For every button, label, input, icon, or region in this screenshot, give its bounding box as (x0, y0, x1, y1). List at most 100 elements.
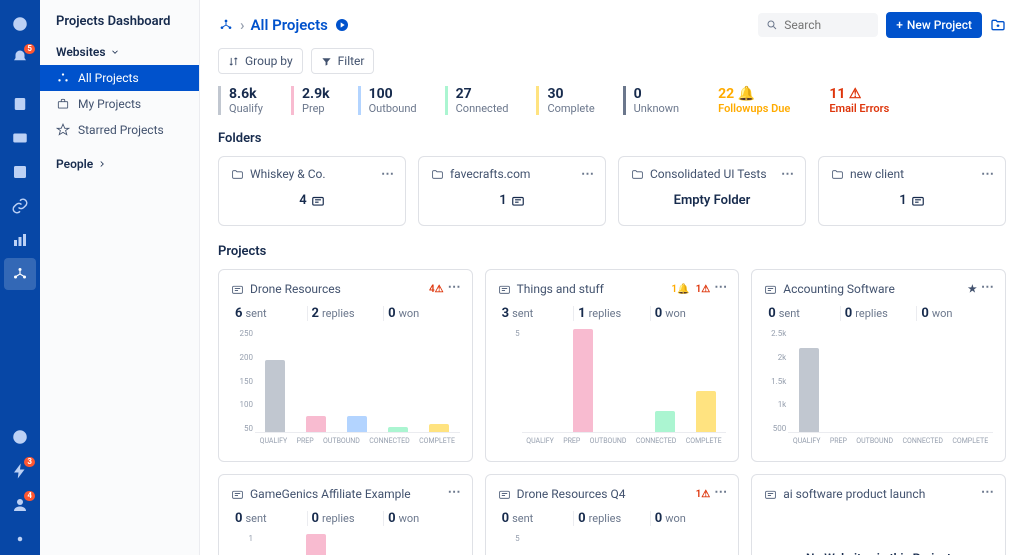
project-count-icon (511, 194, 525, 208)
folder-icon (631, 168, 644, 181)
chart-bar (306, 416, 326, 432)
group-by-button[interactable]: Group by (218, 48, 303, 74)
search-icon (766, 19, 778, 31)
project-card[interactable]: Drone Resources Q41⚠0sent0replies0won5QU… (485, 474, 740, 555)
project-menu-icon[interactable]: ⋯ (714, 280, 728, 295)
filter-button[interactable]: Filter (311, 48, 375, 74)
new-folder-icon[interactable] (990, 17, 1006, 33)
rail-settings-icon[interactable] (4, 523, 36, 555)
metric: 0sent (498, 511, 575, 526)
folder-card[interactable]: Whiskey & Co.4 ⋯ (218, 156, 406, 226)
rail-reports-icon[interactable] (4, 224, 36, 256)
stat-followups-due: 22 🔔Followups Due (707, 86, 790, 115)
rail-org-icon[interactable] (4, 258, 36, 290)
rail-bell-icon[interactable]: 5 (4, 42, 36, 74)
project-icon (498, 488, 511, 501)
folder-card[interactable]: Consolidated UI TestsEmpty Folder⋯ (618, 156, 806, 226)
sidebar-item-my-projects[interactable]: My Projects (40, 91, 199, 117)
metric: 0replies (308, 511, 385, 526)
metric: 0won (651, 306, 727, 321)
bell-badge: 5 (24, 44, 35, 54)
project-chart: 25020015010050QUALIFYPREPOUTBOUNDCONNECT… (231, 329, 460, 449)
sidebar-title: Projects Dashboard (40, 14, 199, 41)
folder-menu-icon[interactable]: ⋯ (381, 167, 395, 182)
project-card[interactable]: Things and stuff1🔔1⚠3sent1replies0won5QU… (485, 269, 740, 462)
rail-bolt-icon[interactable]: 3 (4, 455, 36, 487)
sidebar-group-people[interactable]: People (40, 153, 199, 177)
chart-bar (388, 427, 408, 432)
project-card[interactable]: ai software product launchNo Websites in… (751, 474, 1006, 555)
main-content: › All Projects + New Project Group by Fi… (200, 0, 1024, 555)
folder-menu-icon[interactable]: ⋯ (981, 167, 995, 182)
search-input[interactable] (758, 13, 878, 37)
folder-menu-icon[interactable]: ⋯ (581, 167, 595, 182)
project-card[interactable]: Accounting Software★0sent0replies0won2.5… (751, 269, 1006, 462)
project-card[interactable]: Drone Resources4⚠6sent2replies0won250200… (218, 269, 473, 462)
metric: 0replies (841, 306, 918, 321)
rail-user-icon[interactable]: 4 (4, 489, 36, 521)
metric: 2replies (308, 306, 385, 321)
project-count-icon (311, 194, 325, 208)
rail-mail-icon[interactable] (4, 122, 36, 154)
briefcase-icon (56, 97, 70, 111)
projects-grid: Drone Resources4⚠6sent2replies0won250200… (218, 269, 1006, 555)
project-menu-icon[interactable]: ⋯ (714, 485, 728, 500)
rail-doc-icon[interactable] (4, 88, 36, 120)
chart-bar (265, 360, 285, 432)
project-chart: 2.5k2k1.5k1k500QUALIFYPREPOUTBOUNDCONNEC… (764, 329, 993, 449)
new-project-button[interactable]: + New Project (886, 12, 982, 38)
sidebar-item-starred[interactable]: Starred Projects (40, 117, 199, 143)
folder-icon (431, 168, 444, 181)
chart-bar (306, 534, 326, 555)
project-menu-icon[interactable]: ⋯ (448, 485, 462, 500)
folder-menu-icon[interactable]: ⋯ (781, 167, 795, 182)
chart-bar (347, 416, 367, 432)
stat-email-errors: 11 ⚠Email Errors (818, 86, 889, 115)
folders-heading: Folders (218, 131, 1006, 146)
project-count-icon (911, 194, 925, 208)
project-icon (764, 283, 777, 296)
metric: 3sent (498, 306, 575, 321)
metric: 1replies (574, 306, 651, 321)
breadcrumb[interactable]: › All Projects (218, 16, 350, 34)
play-circle-icon[interactable] (334, 17, 350, 33)
project-menu-icon[interactable]: ⋯ (981, 485, 995, 500)
project-menu-icon[interactable]: ⋯ (981, 280, 995, 295)
metric: 0sent (231, 511, 308, 526)
projects-heading: Projects (218, 244, 1006, 259)
metric: 0won (917, 306, 993, 321)
sidebar-item-label: Starred Projects (78, 123, 164, 137)
rail-contact-icon[interactable] (4, 156, 36, 188)
breadcrumb-current: All Projects (251, 16, 328, 34)
chart-bar (573, 329, 593, 432)
folder-card[interactable]: new client1 ⋯ (818, 156, 1006, 226)
bolt-badge: 3 (24, 457, 35, 467)
project-icon (231, 283, 244, 296)
user-badge: 4 (24, 491, 35, 501)
project-menu-icon[interactable]: ⋯ (448, 280, 462, 295)
sidebar-item-all-projects[interactable]: All Projects (40, 65, 199, 91)
chevron-right-icon (97, 159, 107, 169)
rail-link-icon[interactable] (4, 190, 36, 222)
sidebar-group-websites[interactable]: Websites (40, 41, 199, 65)
chart-bar (429, 424, 449, 432)
metric: 0replies (574, 511, 651, 526)
rail-help-icon[interactable] (4, 421, 36, 453)
folder-card[interactable]: favecrafts.com1 ⋯ (418, 156, 606, 226)
project-icon (498, 283, 511, 296)
nav-rail: 5 3 4 (0, 0, 40, 555)
chart-bar (799, 348, 819, 432)
project-icon (764, 488, 777, 501)
project-card[interactable]: GameGenics Affiliate Example0sent0replie… (218, 474, 473, 555)
metric: 0won (384, 306, 460, 321)
sidebar: Projects Dashboard Websites All Projects… (40, 0, 200, 555)
folders-list: Whiskey & Co.4 ⋯favecrafts.com1 ⋯Consoli… (218, 156, 1006, 226)
stat-complete: 30Complete (536, 86, 594, 115)
star-icon (56, 123, 70, 137)
warning-icon: ⚠ (849, 86, 862, 102)
sidebar-item-label: All Projects (78, 71, 139, 85)
search-field[interactable] (784, 18, 864, 32)
view-controls: Group by Filter (218, 48, 1006, 74)
star-icon[interactable]: ★ (968, 284, 977, 295)
rail-logo-icon[interactable] (4, 8, 36, 40)
